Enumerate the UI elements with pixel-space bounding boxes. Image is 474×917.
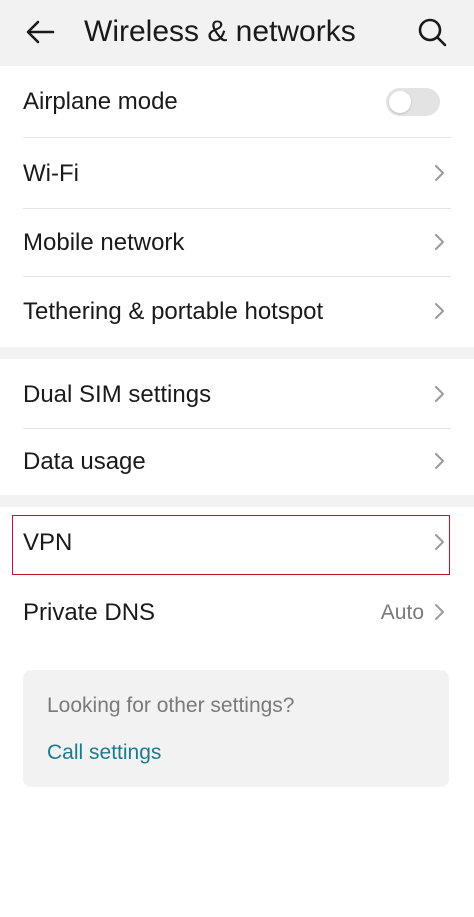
call-settings-link[interactable]: Call settings [47,741,161,765]
settings-row-label: Data usage [23,448,146,475]
chevron-right-icon [430,299,448,323]
section-gap [0,495,474,507]
chevron-right-icon [430,449,448,473]
page-title: Wireless & networks [84,15,356,48]
other-settings-card: Looking for other settings? Call setting… [23,670,449,787]
other-settings-prompt: Looking for other settings? [47,694,295,717]
settings-row-label: Tethering & portable hotspot [23,298,324,325]
settings-row-label: Private DNS [23,599,156,626]
settings-row-label: Dual SIM settings [23,381,212,408]
settings-row-dual-sim[interactable]: Dual SIM settings [0,359,474,428]
search-icon[interactable] [414,14,450,50]
arrow-left-icon[interactable] [23,14,59,50]
settings-row-vpn[interactable]: VPN [0,507,474,578]
settings-row-mobile-network[interactable]: Mobile network [0,209,474,276]
chevron-right-icon [430,600,448,624]
airplane-mode-toggle[interactable] [386,88,440,116]
settings-row-label: VPN [23,529,73,556]
settings-row-data-usage[interactable]: Data usage [0,429,474,495]
private-dns-value: Auto [380,601,424,624]
settings-row-label: Wi-Fi [23,160,79,187]
screen: Wireless & networks Airplane mode Wi-Fi … [0,0,474,917]
settings-row-label: Mobile network [23,229,185,256]
settings-row-tethering[interactable]: Tethering & portable hotspot [0,277,474,347]
section-gap [0,347,474,359]
chevron-right-icon [430,382,448,406]
chevron-right-icon [430,530,448,554]
settings-row-wifi[interactable]: Wi-Fi [0,138,474,208]
settings-row-private-dns[interactable]: Private DNS Auto [0,578,474,646]
toggle-knob [389,91,411,113]
chevron-right-icon [430,230,448,254]
chevron-right-icon [430,161,448,185]
settings-row-label: Airplane mode [23,88,178,115]
app-bar: Wireless & networks [0,0,474,66]
